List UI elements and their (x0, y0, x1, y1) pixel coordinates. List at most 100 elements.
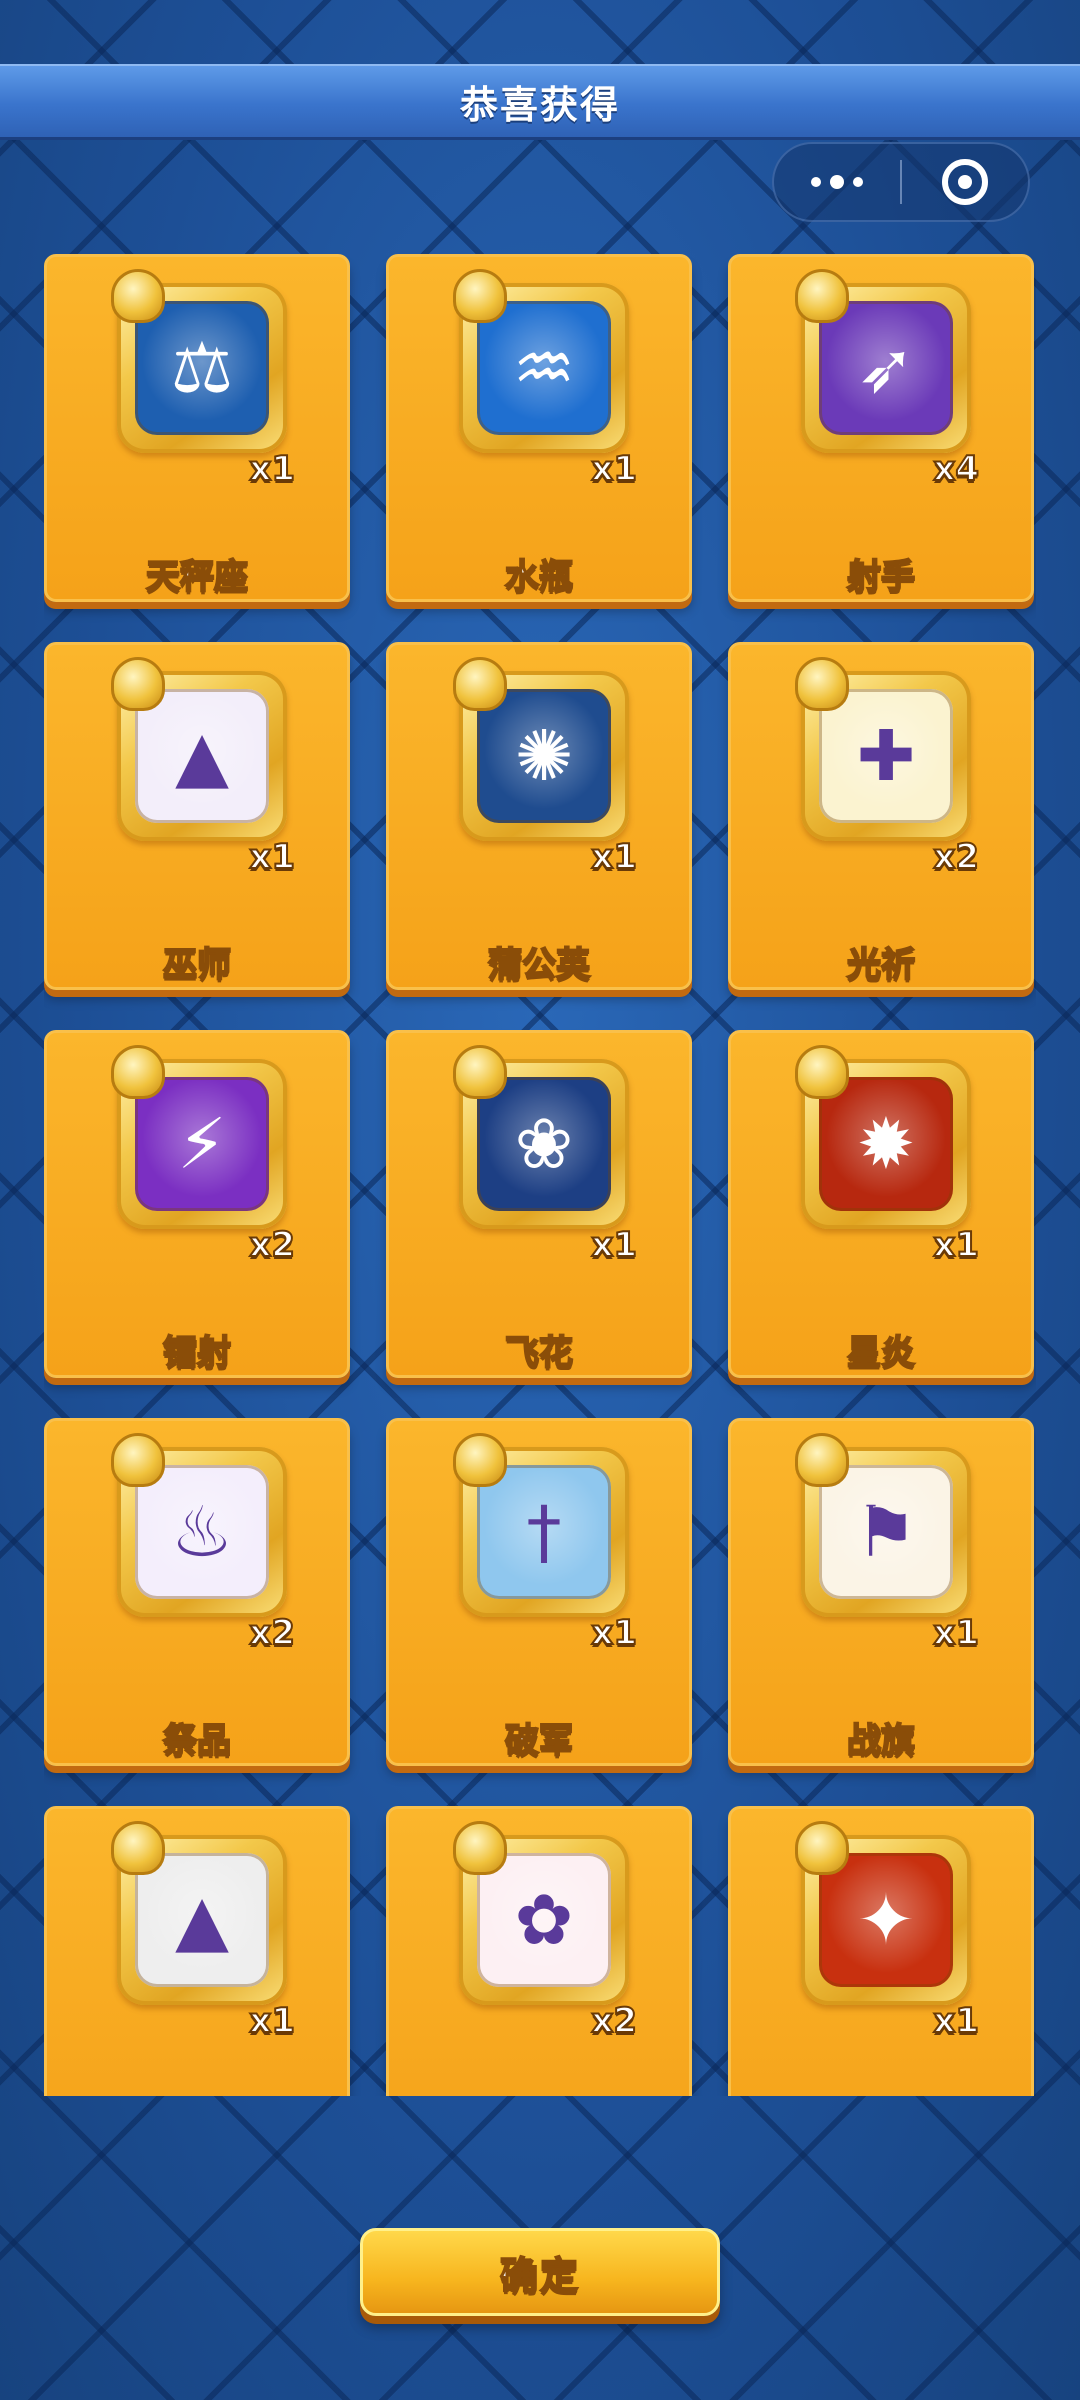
holy-cross-icon: ✚ (819, 689, 953, 823)
reward-name: 水瓶 (504, 556, 574, 598)
reward-quantity: x2 (932, 836, 980, 878)
dragon-crest-icon (453, 1433, 507, 1487)
reward-name: 飞花 (504, 1332, 574, 1374)
reward-quantity: x1 (932, 1612, 980, 1654)
dragon-crest-icon (795, 1433, 849, 1487)
dragon-frame: ♨ (111, 1433, 287, 1617)
reward-quantity: x1 (590, 1224, 638, 1266)
reward-grid[interactable]: ⚖ x1 天秤座 ♒ x1 水瓶 ➶ x4 射手 ▲ x1 巫师 ✺ x1 蒲公英 ✚ x2 光祈 ⚡ x2 镭射 ❀ x1… (44, 254, 1036, 2096)
reward-quantity: x4 (932, 448, 980, 490)
reward-card: ✦ x1 (728, 1806, 1034, 2096)
dragon-crest-icon (795, 1821, 849, 1875)
reward-card: ⚡ x2 镭射 (44, 1030, 350, 1378)
dragon-crest-icon (795, 657, 849, 711)
icon-glyph: ▲ (175, 715, 229, 797)
reward-card: ▲ x1 巫师 (44, 642, 350, 990)
volcano-icon: ▲ (135, 1853, 269, 1987)
dragon-frame: ➶ (795, 269, 971, 453)
dragon-frame: ✿ (453, 1821, 629, 2005)
reward-name: 射手 (846, 556, 916, 598)
icon-glyph: ✿ (514, 1879, 574, 1961)
icon-glyph: ✹ (856, 1103, 916, 1185)
dandelion-icon: ✺ (477, 689, 611, 823)
libra-scale-icon: ⚖ (135, 301, 269, 435)
reward-name: 破军 (504, 1720, 574, 1762)
reward-name: 星炎 (846, 1332, 916, 1374)
icon-glyph: ⚡ (177, 1103, 227, 1185)
dragon-crest-icon (453, 269, 507, 323)
icon-glyph: ♒ (512, 327, 576, 409)
dragon-frame: ✦ (795, 1821, 971, 2005)
dragon-frame: ▲ (111, 657, 287, 841)
laser-beam-icon: ⚡ (135, 1077, 269, 1211)
close-button[interactable] (902, 144, 1028, 220)
reward-card: ✺ x1 蒲公英 (386, 642, 692, 990)
reward-name: 天秤座 (145, 556, 249, 598)
title-bar: 恭喜获得 (0, 64, 1080, 140)
archer-bow-icon: ➶ (819, 301, 953, 435)
reward-quantity: x1 (590, 1612, 638, 1654)
dragon-crest-icon (111, 1045, 165, 1099)
dragon-frame: ✺ (453, 657, 629, 841)
confirm-label: 确定 (499, 2253, 580, 2299)
dragon-frame: ⚡ (111, 1045, 287, 1229)
dragon-frame: ✹ (795, 1045, 971, 1229)
dragon-frame: ✚ (795, 657, 971, 841)
reward-card: ✚ x2 光祈 (728, 642, 1034, 990)
page-title: 恭喜获得 (459, 83, 620, 127)
reward-name: 战旗 (846, 1720, 916, 1762)
reward-quantity: x2 (248, 1612, 296, 1654)
dragon-frame: ⚑ (795, 1433, 971, 1617)
dragon-frame: ❀ (453, 1045, 629, 1229)
dragon-crest-icon (111, 657, 165, 711)
icon-glyph: ♨ (170, 1491, 234, 1573)
more-dots-icon (811, 175, 863, 189)
reward-card: ✿ x2 (386, 1806, 692, 2096)
dragon-frame: † (453, 1433, 629, 1617)
reward-quantity: x1 (932, 2000, 980, 2042)
dragon-crest-icon (453, 1045, 507, 1099)
icon-glyph: ▲ (175, 1879, 229, 1961)
dragon-crest-icon (111, 1433, 165, 1487)
reward-quantity: x2 (590, 2000, 638, 2042)
dragon-crest-icon (111, 269, 165, 323)
lotus-flower-icon: ❀ (477, 1077, 611, 1211)
reward-card: ♒ x1 水瓶 (386, 254, 692, 602)
reward-name: 镭射 (162, 1332, 232, 1374)
dragon-frame: ⚖ (111, 269, 287, 453)
wizard-hat-icon: ▲ (135, 689, 269, 823)
fire-dragon-icon: ✦ (819, 1853, 953, 1987)
reward-card: ✹ x1 星炎 (728, 1030, 1034, 1378)
reward-card: ➶ x4 射手 (728, 254, 1034, 602)
aquarius-water-icon: ♒ (477, 301, 611, 435)
reward-card: ▲ x1 (44, 1806, 350, 2096)
reward-card: † x1 破军 (386, 1418, 692, 1766)
star-flame-icon: ✹ (819, 1077, 953, 1211)
more-button[interactable] (774, 144, 900, 220)
altar-offering-icon: ♨ (135, 1465, 269, 1599)
dragon-crest-icon (111, 1821, 165, 1875)
dragon-crest-icon (795, 1045, 849, 1099)
reward-quantity: x1 (248, 448, 296, 490)
reward-name: 巫师 (162, 944, 232, 986)
icon-glyph: ➶ (856, 327, 916, 409)
icon-glyph: ✺ (514, 715, 574, 797)
sword-break-icon: † (477, 1465, 611, 1599)
icon-glyph: ✦ (856, 1879, 916, 1961)
dragon-crest-icon (795, 269, 849, 323)
reward-quantity: x1 (248, 2000, 296, 2042)
icon-glyph: ⚑ (854, 1491, 918, 1573)
dragon-crest-icon (453, 1821, 507, 1875)
dragon-crest-icon (453, 657, 507, 711)
cherry-blossom-icon: ✿ (477, 1853, 611, 1987)
reward-quantity: x1 (590, 448, 638, 490)
reward-quantity: x1 (590, 836, 638, 878)
dragon-frame: ▲ (111, 1821, 287, 2005)
icon-glyph: ⚖ (170, 327, 234, 409)
reward-name: 祭品 (162, 1720, 232, 1762)
icon-glyph: † (526, 1491, 562, 1573)
reward-quantity: x1 (932, 1224, 980, 1266)
confirm-button[interactable]: 确定 (360, 2228, 720, 2316)
dragon-frame: ♒ (453, 269, 629, 453)
miniprogram-capsule (772, 142, 1030, 222)
